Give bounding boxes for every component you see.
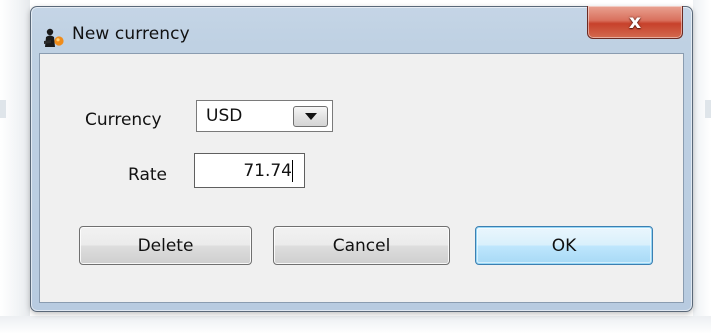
chevron-down-icon <box>304 113 317 120</box>
background-edge-marker-right <box>705 100 711 118</box>
background-desktop-bottom <box>0 316 711 334</box>
cancel-button[interactable]: Cancel <box>273 226 450 265</box>
text-caret <box>292 160 293 182</box>
background-edge-marker-left <box>0 100 6 118</box>
rate-label: Rate <box>128 165 167 185</box>
window-title: New currency <box>72 24 190 44</box>
new-currency-dialog: New currency x Currency USD Rate Delete … <box>30 6 693 312</box>
currency-dropdown[interactable]: USD <box>196 100 333 132</box>
currency-label: Currency <box>85 110 162 130</box>
ok-button[interactable]: OK <box>475 226 653 265</box>
title-bar[interactable]: New currency x <box>31 6 692 53</box>
dialog-content: Currency USD Rate Delete Cancel OK <box>39 53 684 303</box>
currency-selected-value: USD <box>206 106 243 126</box>
close-button[interactable]: x <box>587 6 683 39</box>
rate-input[interactable] <box>194 153 305 188</box>
delete-button[interactable]: Delete <box>79 226 252 265</box>
background-desktop-right <box>693 0 711 334</box>
app-figure-icon <box>43 28 65 48</box>
close-icon: x <box>628 10 642 33</box>
background-desktop-left <box>0 0 30 334</box>
dropdown-button[interactable] <box>293 106 328 127</box>
